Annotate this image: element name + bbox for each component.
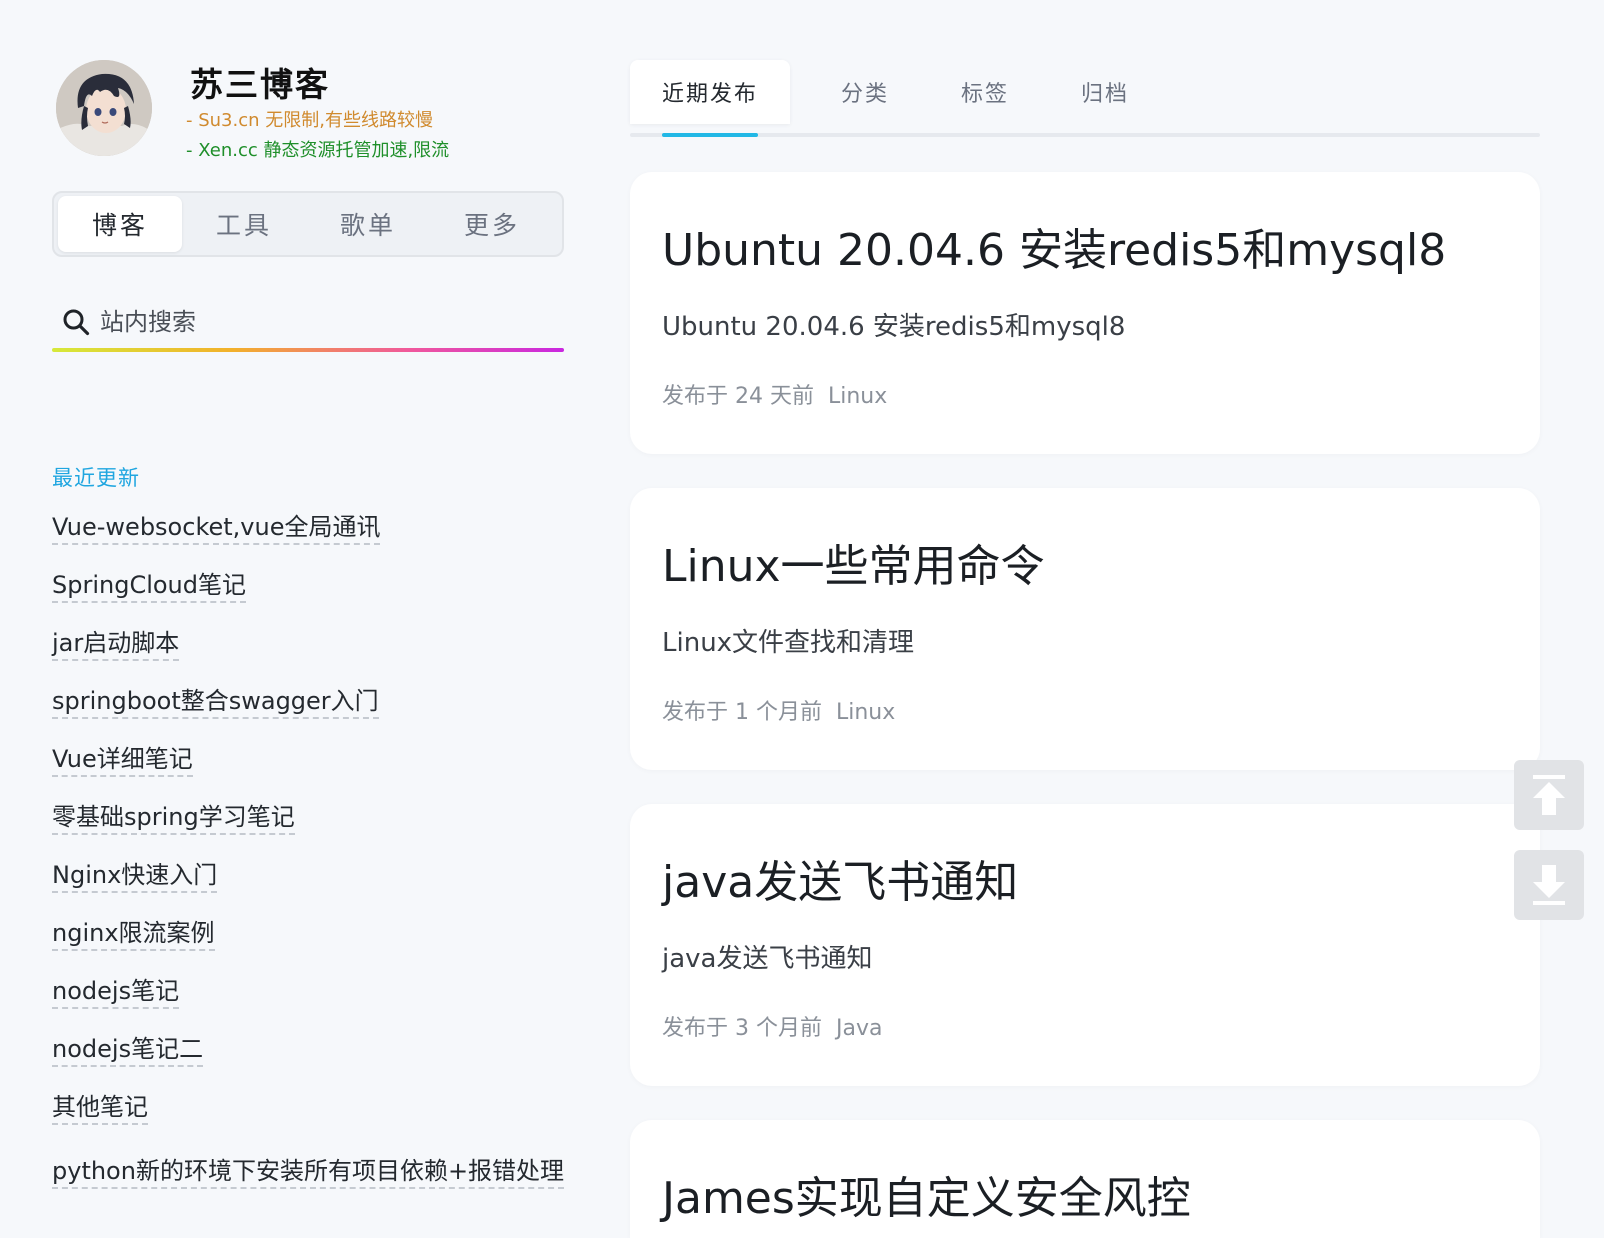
- post-title[interactable]: Ubuntu 20.04.6 安装redis5和mysql8: [662, 214, 1446, 278]
- list-item: Vue详细笔记: [52, 744, 568, 802]
- post-card[interactable]: Linux一些常用命令 Linux文件查找和清理 发布于 1 个月前 Linux: [630, 488, 1540, 770]
- nav-tab-tools[interactable]: 工具: [182, 196, 306, 252]
- post-meta: 发布于 3 个月前 Java: [662, 1010, 882, 1042]
- nav-tab-playlist[interactable]: 歌单: [306, 196, 430, 252]
- tab-archive[interactable]: 归档: [1060, 60, 1150, 124]
- recent-post-link[interactable]: 零基础spring学习笔记: [52, 803, 295, 835]
- list-item: Nginx快速入门: [52, 860, 568, 918]
- arrow-up-to-top-icon: [1533, 775, 1565, 815]
- post-date: 发布于 1 个月前: [662, 700, 822, 725]
- post-meta: 发布于 1 个月前 Linux: [662, 694, 895, 726]
- post-date: 发布于 3 个月前: [662, 1016, 822, 1041]
- list-item: Vue-websocket,vue全局通讯: [52, 512, 568, 570]
- post-title[interactable]: java发送飞书通知: [662, 846, 1018, 910]
- search-icon[interactable]: [62, 308, 90, 336]
- recent-post-link[interactable]: SpringCloud笔记: [52, 571, 247, 603]
- post-card[interactable]: Ubuntu 20.04.6 安装redis5和mysql8 Ubuntu 20…: [630, 172, 1540, 454]
- mirror-link-su3[interactable]: - Su3.cn 无限制,有些线路较慢: [186, 106, 433, 132]
- post-category[interactable]: Linux: [828, 384, 887, 409]
- scroll-to-top-button[interactable]: [1514, 760, 1584, 830]
- recent-post-link[interactable]: Vue详细笔记: [52, 745, 193, 777]
- list-item: 零基础spring学习笔记: [52, 802, 568, 860]
- list-item: nodejs笔记: [52, 976, 568, 1034]
- list-item: nginx限流案例: [52, 918, 568, 976]
- post-card[interactable]: java发送飞书通知 java发送飞书通知 发布于 3 个月前 Java: [630, 804, 1540, 1086]
- list-item: 其他笔记: [52, 1092, 568, 1150]
- post-card[interactable]: James实现自定义安全风控: [630, 1120, 1540, 1238]
- list-item: SpringCloud笔记: [52, 570, 568, 628]
- recent-post-link[interactable]: nodejs笔记: [52, 977, 180, 1009]
- search-input[interactable]: [100, 302, 550, 342]
- arrow-down-to-bottom-icon: [1533, 865, 1565, 905]
- post-summary: Ubuntu 20.04.6 安装redis5和mysql8: [662, 312, 1126, 342]
- avatar-image: [56, 60, 152, 156]
- site-search: [52, 298, 564, 354]
- content-tabs: 近期发布 分类 标签 归档: [630, 60, 1540, 140]
- active-tab-indicator: [662, 133, 758, 137]
- recent-post-link[interactable]: nginx限流案例: [52, 919, 215, 951]
- post-date: 发布于 24 天前: [662, 384, 814, 409]
- avatar[interactable]: [56, 60, 152, 156]
- list-item: jar启动脚本: [52, 628, 568, 686]
- tab-recent[interactable]: 近期发布: [630, 60, 790, 124]
- nav-tab-blog[interactable]: 博客: [58, 196, 182, 252]
- list-item: nodejs笔记二: [52, 1034, 568, 1092]
- post-summary: Linux文件查找和清理: [662, 628, 915, 658]
- recent-post-link[interactable]: Nginx快速入门: [52, 861, 218, 893]
- profile-header: 苏三博客 - Su3.cn 无限制,有些线路较慢 - Xen.cc 静态资源托管…: [56, 60, 576, 162]
- nav-tab-more[interactable]: 更多: [430, 196, 554, 252]
- post-title[interactable]: James实现自定义安全风控: [662, 1162, 1191, 1226]
- recent-post-link[interactable]: springboot整合swagger入门: [52, 687, 379, 719]
- tab-track: [630, 133, 1540, 137]
- section-switcher: 博客 工具 歌单 更多: [52, 191, 564, 257]
- post-meta: 发布于 24 天前 Linux: [662, 378, 887, 410]
- mirror-link-xen[interactable]: - Xen.cc 静态资源托管加速,限流: [186, 136, 449, 162]
- recent-post-link[interactable]: 其他笔记: [52, 1093, 148, 1125]
- recent-post-link[interactable]: nodejs笔记二: [52, 1035, 204, 1067]
- post-category[interactable]: Java: [836, 1016, 882, 1041]
- recent-updates-list: Vue-websocket,vue全局通讯 SpringCloud笔记 jar启…: [52, 512, 568, 1238]
- post-category[interactable]: Linux: [836, 700, 895, 725]
- post-summary: java发送飞书通知: [662, 944, 873, 974]
- tab-tags[interactable]: 标签: [940, 60, 1030, 124]
- scroll-to-bottom-button[interactable]: [1514, 850, 1584, 920]
- recent-post-link[interactable]: python新的环境下安装所有项目依赖+报错处理: [52, 1157, 565, 1189]
- recent-post-link[interactable]: Vue-websocket,vue全局通讯: [52, 513, 381, 545]
- list-item: springboot整合swagger入门: [52, 686, 568, 744]
- post-title[interactable]: Linux一些常用命令: [662, 530, 1045, 594]
- tab-categories[interactable]: 分类: [820, 60, 910, 124]
- search-underline: [52, 348, 564, 352]
- site-title: 苏三博客: [190, 65, 330, 104]
- recent-updates-heading: 最近更新: [52, 466, 140, 490]
- list-item: python新的环境下安装所有项目依赖+报错处理: [52, 1150, 568, 1238]
- recent-post-link[interactable]: jar启动脚本: [52, 629, 180, 661]
